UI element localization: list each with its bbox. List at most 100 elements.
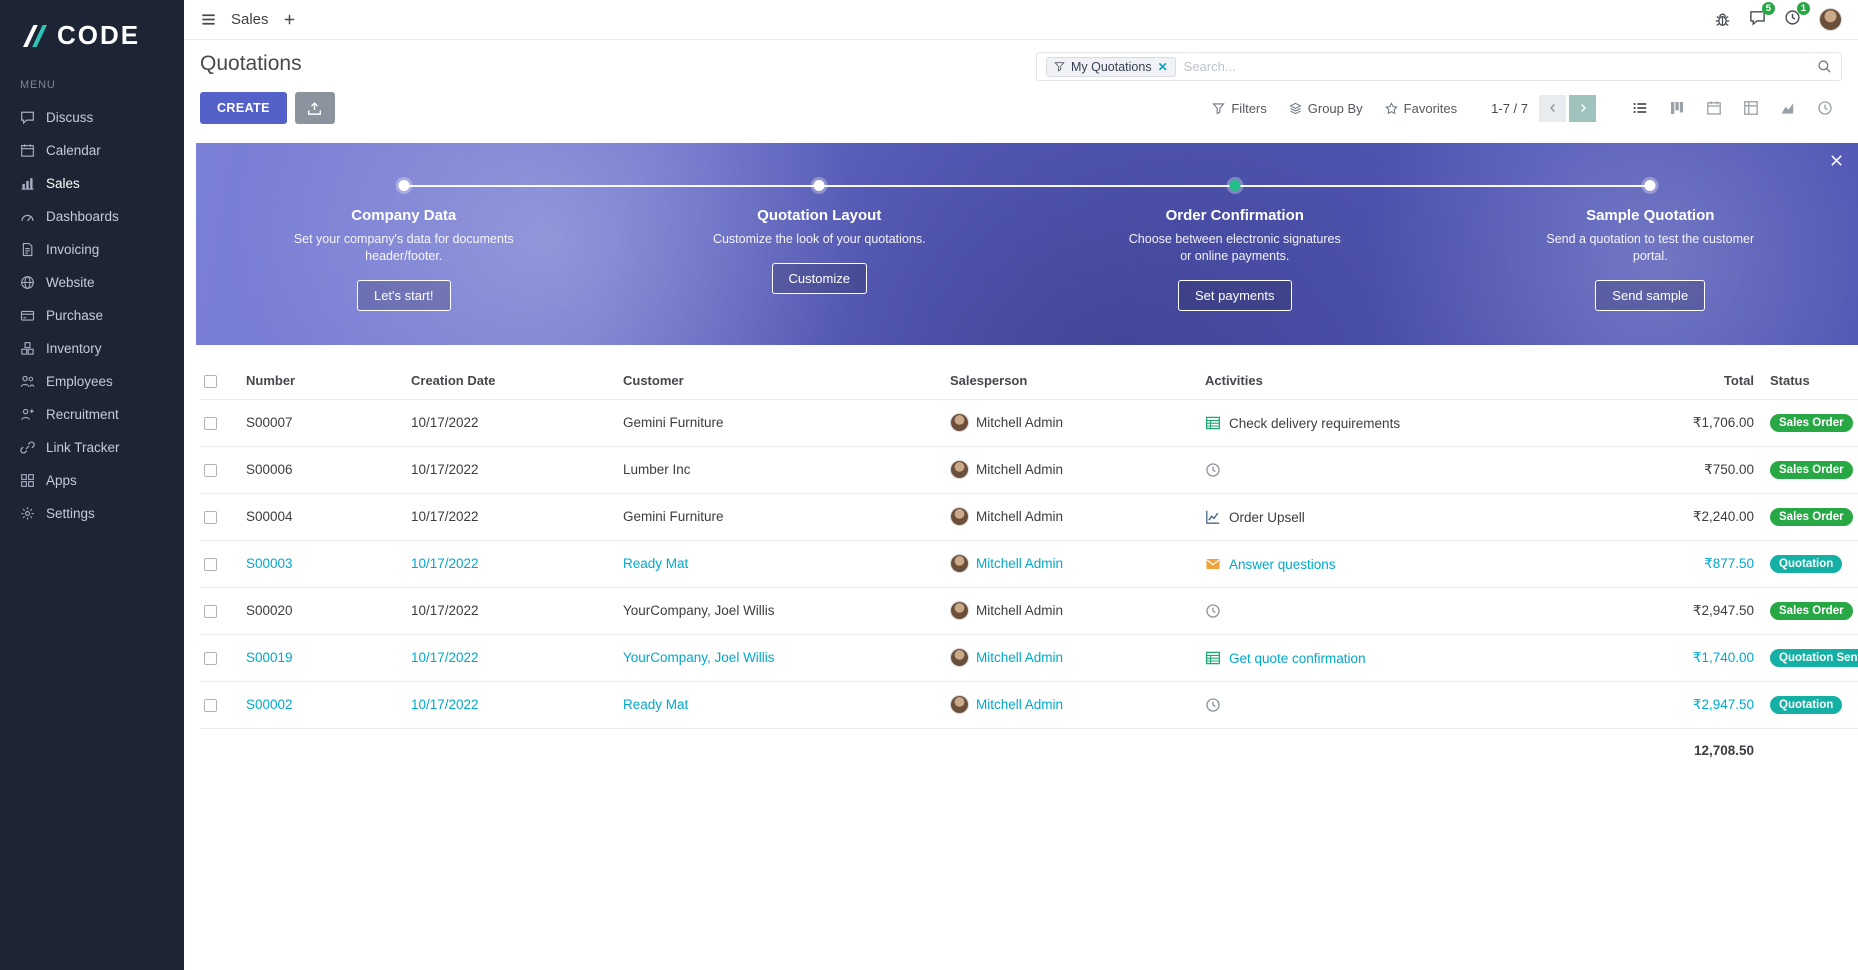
sidebar-item-invoicing[interactable]: Invoicing [0, 233, 184, 266]
table-row[interactable]: S00004 10/17/2022 Gemini Furniture Mitch… [200, 493, 1858, 540]
app-root: CODE MENU Discuss Calendar Sales Dashboa… [0, 0, 1858, 970]
column-header-activities[interactable]: Activities [1203, 363, 1530, 399]
table-row[interactable]: S00007 10/17/2022 Gemini Furniture Mitch… [200, 399, 1858, 446]
search-facet[interactable]: My Quotations ✕ [1046, 57, 1176, 77]
groupby-button[interactable]: Group By [1289, 101, 1363, 116]
sidebar-item-website[interactable]: Website [0, 266, 184, 299]
view-activity-button[interactable] [1807, 94, 1842, 123]
sidebar-item-apps[interactable]: Apps [0, 464, 184, 497]
step-button-let-s-start[interactable]: Let's start! [357, 280, 451, 311]
chart-icon[interactable] [1205, 509, 1221, 525]
table-row[interactable]: S00003 10/17/2022 Ready Mat Mitchell Adm… [200, 540, 1858, 587]
sidebar-item-sales[interactable]: Sales [0, 167, 184, 200]
sidebar-item-label: Apps [46, 473, 77, 488]
search-options: Filters Group By Favorites 1-7 / 7 [1190, 94, 1842, 123]
view-graph-button[interactable] [1770, 94, 1805, 123]
cell-creation-date: 10/17/2022 [409, 587, 621, 634]
pager-next-button[interactable] [1569, 95, 1596, 122]
discuss-icon [20, 110, 35, 125]
filters-button[interactable]: Filters [1212, 101, 1266, 116]
step-button-set-payments[interactable]: Set payments [1178, 280, 1292, 311]
module-title[interactable]: Sales [231, 11, 269, 28]
column-header-number[interactable]: Number [244, 363, 409, 399]
user-avatar[interactable] [1819, 8, 1842, 31]
mail-icon[interactable] [1205, 556, 1221, 572]
sidebar-item-recruitment[interactable]: Recruitment [0, 398, 184, 431]
row-checkbox[interactable] [204, 652, 217, 665]
view-list-button[interactable] [1622, 94, 1657, 123]
search-input[interactable] [1184, 59, 1809, 74]
banner-close-button[interactable] [1829, 153, 1844, 168]
sidebar-item-label: Purchase [46, 308, 103, 323]
column-header-salesperson[interactable]: Salesperson [948, 363, 1203, 399]
table-row[interactable]: S00002 10/17/2022 Ready Mat Mitchell Adm… [200, 681, 1858, 728]
select-all-checkbox[interactable] [204, 375, 217, 388]
sidebar-item-purchase[interactable]: Purchase [0, 299, 184, 332]
activities-button[interactable]: 1 [1784, 9, 1801, 31]
menu-toggle-icon[interactable] [200, 11, 217, 28]
row-checkbox[interactable] [204, 699, 217, 712]
clock-icon[interactable] [1205, 603, 1221, 619]
view-pivot-button[interactable] [1733, 94, 1768, 123]
column-header-creation-date[interactable]: Creation Date [409, 363, 621, 399]
add-tab-icon[interactable] [283, 13, 296, 26]
view-kanban-button[interactable] [1659, 94, 1694, 123]
step-dot-icon [1229, 180, 1240, 191]
sidebar-item-employees[interactable]: Employees [0, 365, 184, 398]
step-dot-icon [398, 180, 409, 191]
row-checkbox[interactable] [204, 558, 217, 571]
column-header-total[interactable]: Total [1530, 363, 1768, 399]
favorites-button[interactable]: Favorites [1385, 101, 1457, 116]
row-checkbox[interactable] [204, 511, 217, 524]
clock-icon[interactable] [1205, 697, 1221, 713]
tasks-icon[interactable] [1205, 415, 1221, 431]
view-calendar-button[interactable] [1696, 94, 1731, 123]
table-row[interactable]: S00006 10/17/2022 Lumber Inc Mitchell Ad… [200, 446, 1858, 493]
step-button-send-sample[interactable]: Send sample [1595, 280, 1705, 311]
cell-total: ₹877.50 [1530, 540, 1768, 587]
quotations-list: Number Creation Date Customer Salesperso… [200, 363, 1858, 772]
onboarding-step-order-confirmation: Order Confirmation Choose between electr… [1027, 143, 1443, 345]
remove-facet-icon[interactable]: ✕ [1158, 61, 1168, 73]
column-header-status[interactable]: Status [1768, 363, 1858, 399]
sidebar-item-calendar[interactable]: Calendar [0, 134, 184, 167]
sidebar-menu-label: MENU [0, 67, 184, 101]
invoicing-icon [20, 242, 35, 257]
export-button[interactable] [295, 92, 335, 124]
row-checkbox[interactable] [204, 464, 217, 477]
sidebar-item-link-tracker[interactable]: Link Tracker [0, 431, 184, 464]
messages-button[interactable]: 5 [1749, 9, 1766, 31]
row-checkbox[interactable] [204, 417, 217, 430]
sidebar-item-discuss[interactable]: Discuss [0, 101, 184, 134]
search-icon[interactable] [1817, 59, 1832, 74]
cell-salesperson: Mitchell Admin [948, 540, 1203, 587]
create-button[interactable]: CREATE [200, 92, 287, 124]
cell-creation-date: 10/17/2022 [409, 634, 621, 681]
table-footer: 12,708.50 [200, 728, 1858, 772]
row-checkbox[interactable] [204, 605, 217, 618]
tasks-icon[interactable] [1205, 650, 1221, 666]
salesperson-avatar [950, 601, 969, 620]
status-badge: Quotation [1770, 696, 1842, 714]
brand-logo[interactable]: CODE [0, 0, 184, 67]
pager-prev-button[interactable] [1539, 95, 1566, 122]
cell-status: Quotation Sent [1768, 634, 1858, 681]
activity-view-icon [1817, 100, 1833, 116]
step-button-customize[interactable]: Customize [772, 263, 867, 294]
cell-number: S00002 [244, 681, 409, 728]
sidebar-item-dashboards[interactable]: Dashboards [0, 200, 184, 233]
salesperson-name: Mitchell Admin [976, 509, 1063, 524]
sidebar-item-settings[interactable]: Settings [0, 497, 184, 530]
column-header-customer[interactable]: Customer [621, 363, 948, 399]
onboarding-step-quotation-layout: Quotation Layout Customize the look of y… [612, 143, 1028, 345]
status-badge: Quotation [1770, 555, 1842, 573]
cell-customer: YourCompany, Joel Willis [621, 587, 948, 634]
table-row[interactable]: S00020 10/17/2022 YourCompany, Joel Will… [200, 587, 1858, 634]
debug-icon[interactable] [1714, 11, 1731, 28]
table-row[interactable]: S00019 10/17/2022 YourCompany, Joel Will… [200, 634, 1858, 681]
sidebar-item-inventory[interactable]: Inventory [0, 332, 184, 365]
brand-name: CODE [57, 20, 140, 51]
clock-icon[interactable] [1205, 462, 1221, 478]
cell-customer: Gemini Furniture [621, 399, 948, 446]
salesperson-name: Mitchell Admin [976, 462, 1063, 477]
